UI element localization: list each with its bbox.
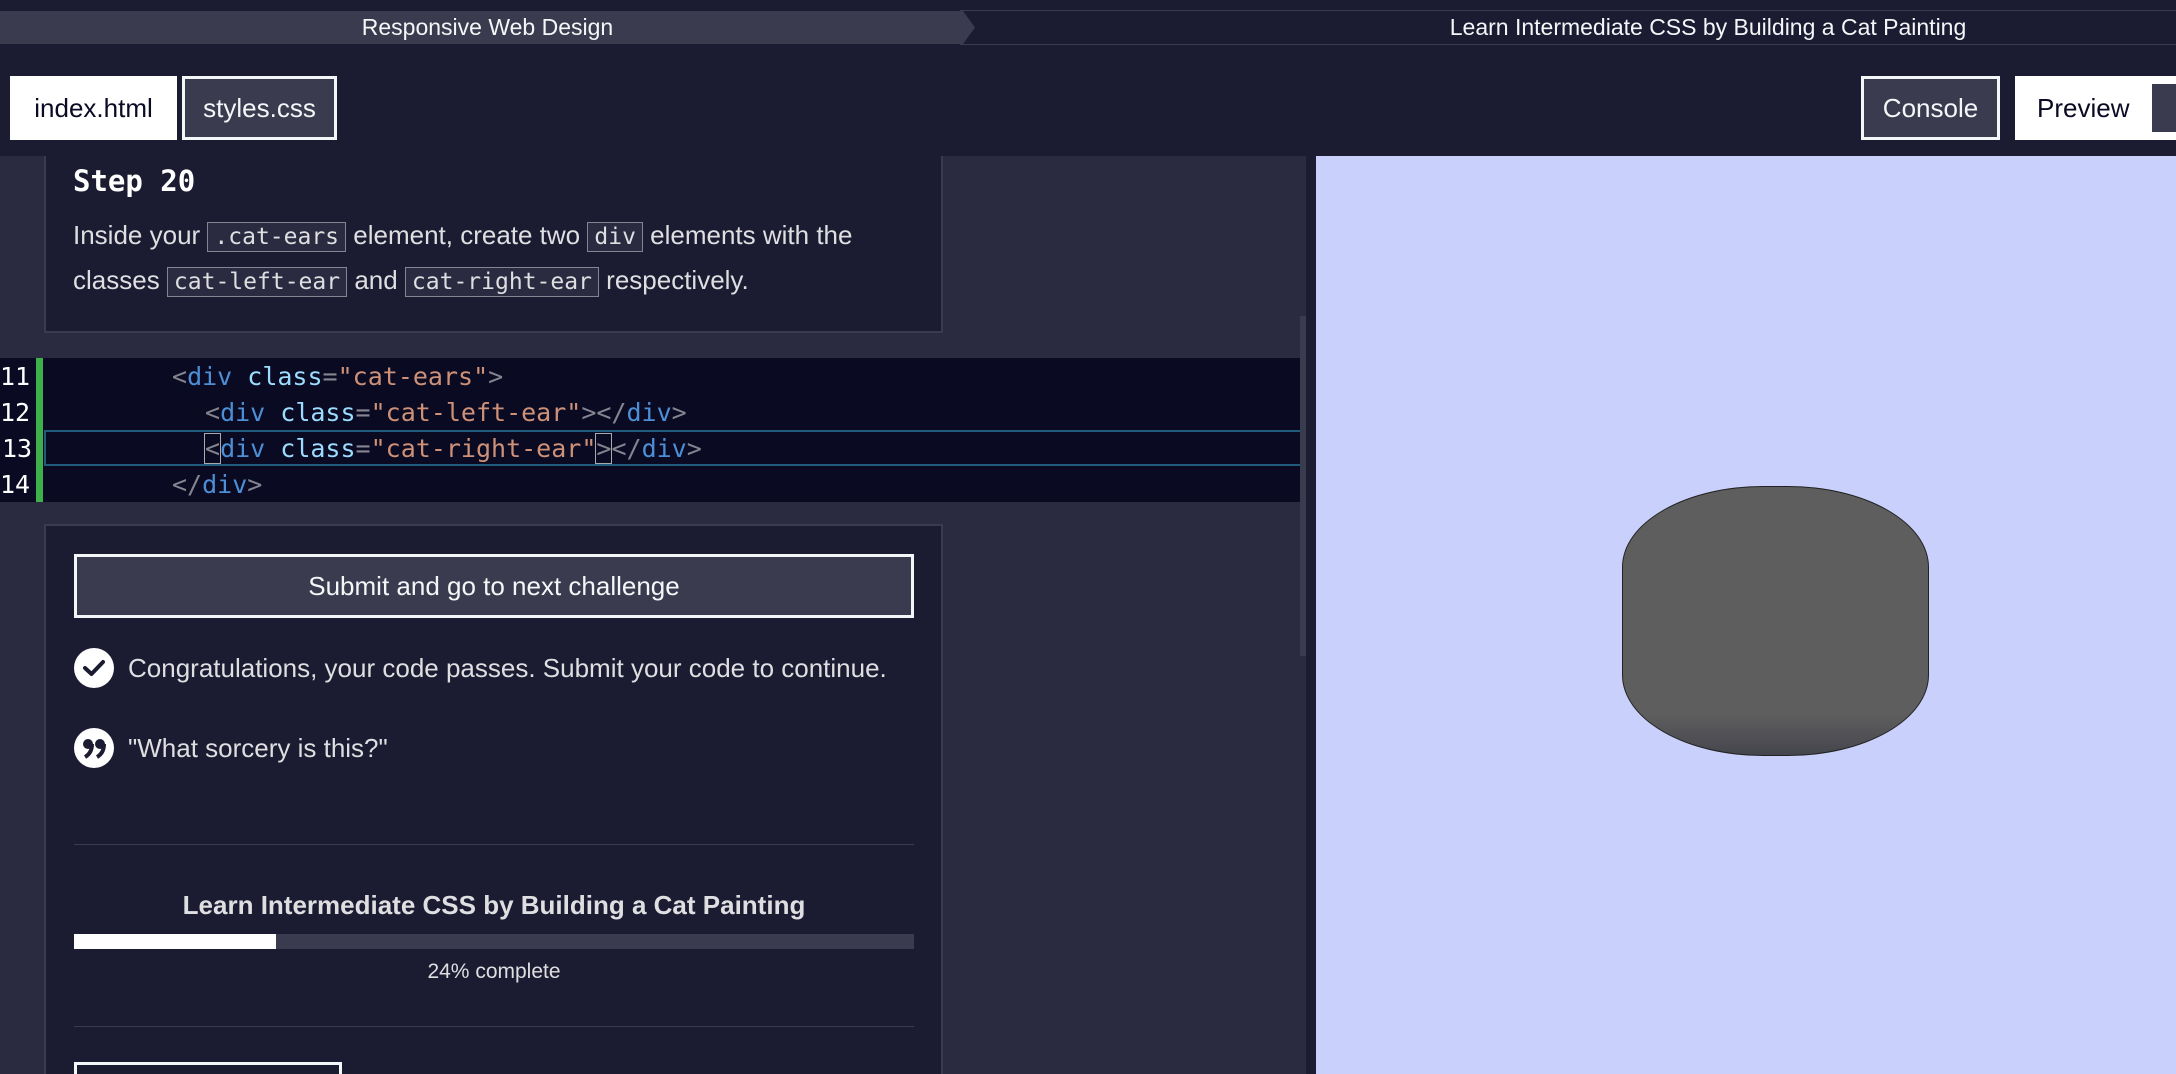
pass-message-text: Congratulations, your code passes. Submi… (128, 652, 887, 683)
step-text: Inside your .cat-ears element, create tw… (73, 214, 914, 304)
quote-text: "What sorcery is this?" (128, 732, 388, 763)
divider (74, 1026, 914, 1027)
code-line[interactable]: 12 <div class="cat-left-ear"></div> (0, 394, 1300, 430)
code-text: </div> (172, 469, 263, 499)
breadcrumb: Responsive Web Design Learn Intermediate… (0, 0, 2176, 56)
divider (74, 844, 914, 845)
code-line-active[interactable]: 13 <div class="cat-right-ear"></div> (2, 430, 1306, 466)
step-text-part: Inside your (73, 220, 208, 250)
code-text: <div class="cat-ears"> (172, 361, 504, 391)
step-text-part: and (347, 265, 405, 295)
code-chip: cat-left-ear (166, 267, 348, 297)
tab-index-html[interactable]: index.html (10, 76, 177, 140)
line-number: 13 (2, 433, 33, 463)
step-title: Step 20 (73, 164, 196, 198)
step-description: Step 20 Inside your .cat-ears element, c… (44, 156, 943, 333)
line-number: 12 (0, 397, 31, 427)
action-panel: Submit and go to next challenge Congratu… (44, 524, 943, 1074)
code-text: <div class="cat-right-ear"></div> (203, 432, 702, 464)
console-button[interactable]: Console (1861, 76, 2000, 140)
preview-toggle-icon[interactable] (2152, 84, 2176, 132)
code-line[interactable]: 11 <div class="cat-ears"> (0, 358, 1300, 394)
quote-icon (74, 728, 114, 768)
progress-title: Learn Intermediate CSS by Building a Cat… (182, 890, 806, 920)
progress-text: 24% complete (427, 960, 561, 983)
pass-message: Congratulations, your code passes. Submi… (74, 648, 887, 688)
code-line[interactable]: 14 </div> (0, 466, 1300, 502)
code-chip: cat-right-ear (404, 267, 599, 297)
submit-button[interactable]: Submit and go to next challenge (74, 554, 914, 618)
editor-pane: Step 20 Inside your .cat-ears element, c… (0, 156, 1306, 1074)
breadcrumb-course[interactable]: Responsive Web Design (0, 11, 975, 44)
editor-tabs: index.html styles.css Console Preview (0, 56, 2176, 156)
line-number: 11 (0, 361, 31, 391)
step-text-part: element, create two (346, 220, 588, 250)
preview-button-label: Preview (2037, 92, 2130, 123)
breadcrumb-project[interactable]: Learn Intermediate CSS by Building a Cat… (960, 10, 2176, 45)
quote-message: "What sorcery is this?" (74, 728, 388, 768)
preview-button[interactable]: Preview (2015, 76, 2176, 140)
progress-bar (74, 934, 914, 949)
cat-head (1622, 486, 1929, 756)
step-text-part: respectively. (598, 265, 749, 295)
check-circle-icon (74, 648, 114, 688)
tab-styles-css[interactable]: styles.css (182, 76, 337, 140)
code-text: <div class="cat-left-ear"></div> (205, 397, 687, 427)
code-chip: div (587, 222, 643, 252)
code-editor[interactable]: 11 <div class="cat-ears"> 12 <div class=… (0, 358, 1306, 502)
editor-scrollbar-thumb[interactable] (1300, 316, 1306, 656)
ask-for-help-button[interactable] (74, 1062, 342, 1074)
preview-pane (1316, 156, 2176, 1074)
code-chip: .cat-ears (207, 222, 347, 252)
line-number: 14 (0, 469, 31, 499)
progress-fill (74, 934, 276, 949)
